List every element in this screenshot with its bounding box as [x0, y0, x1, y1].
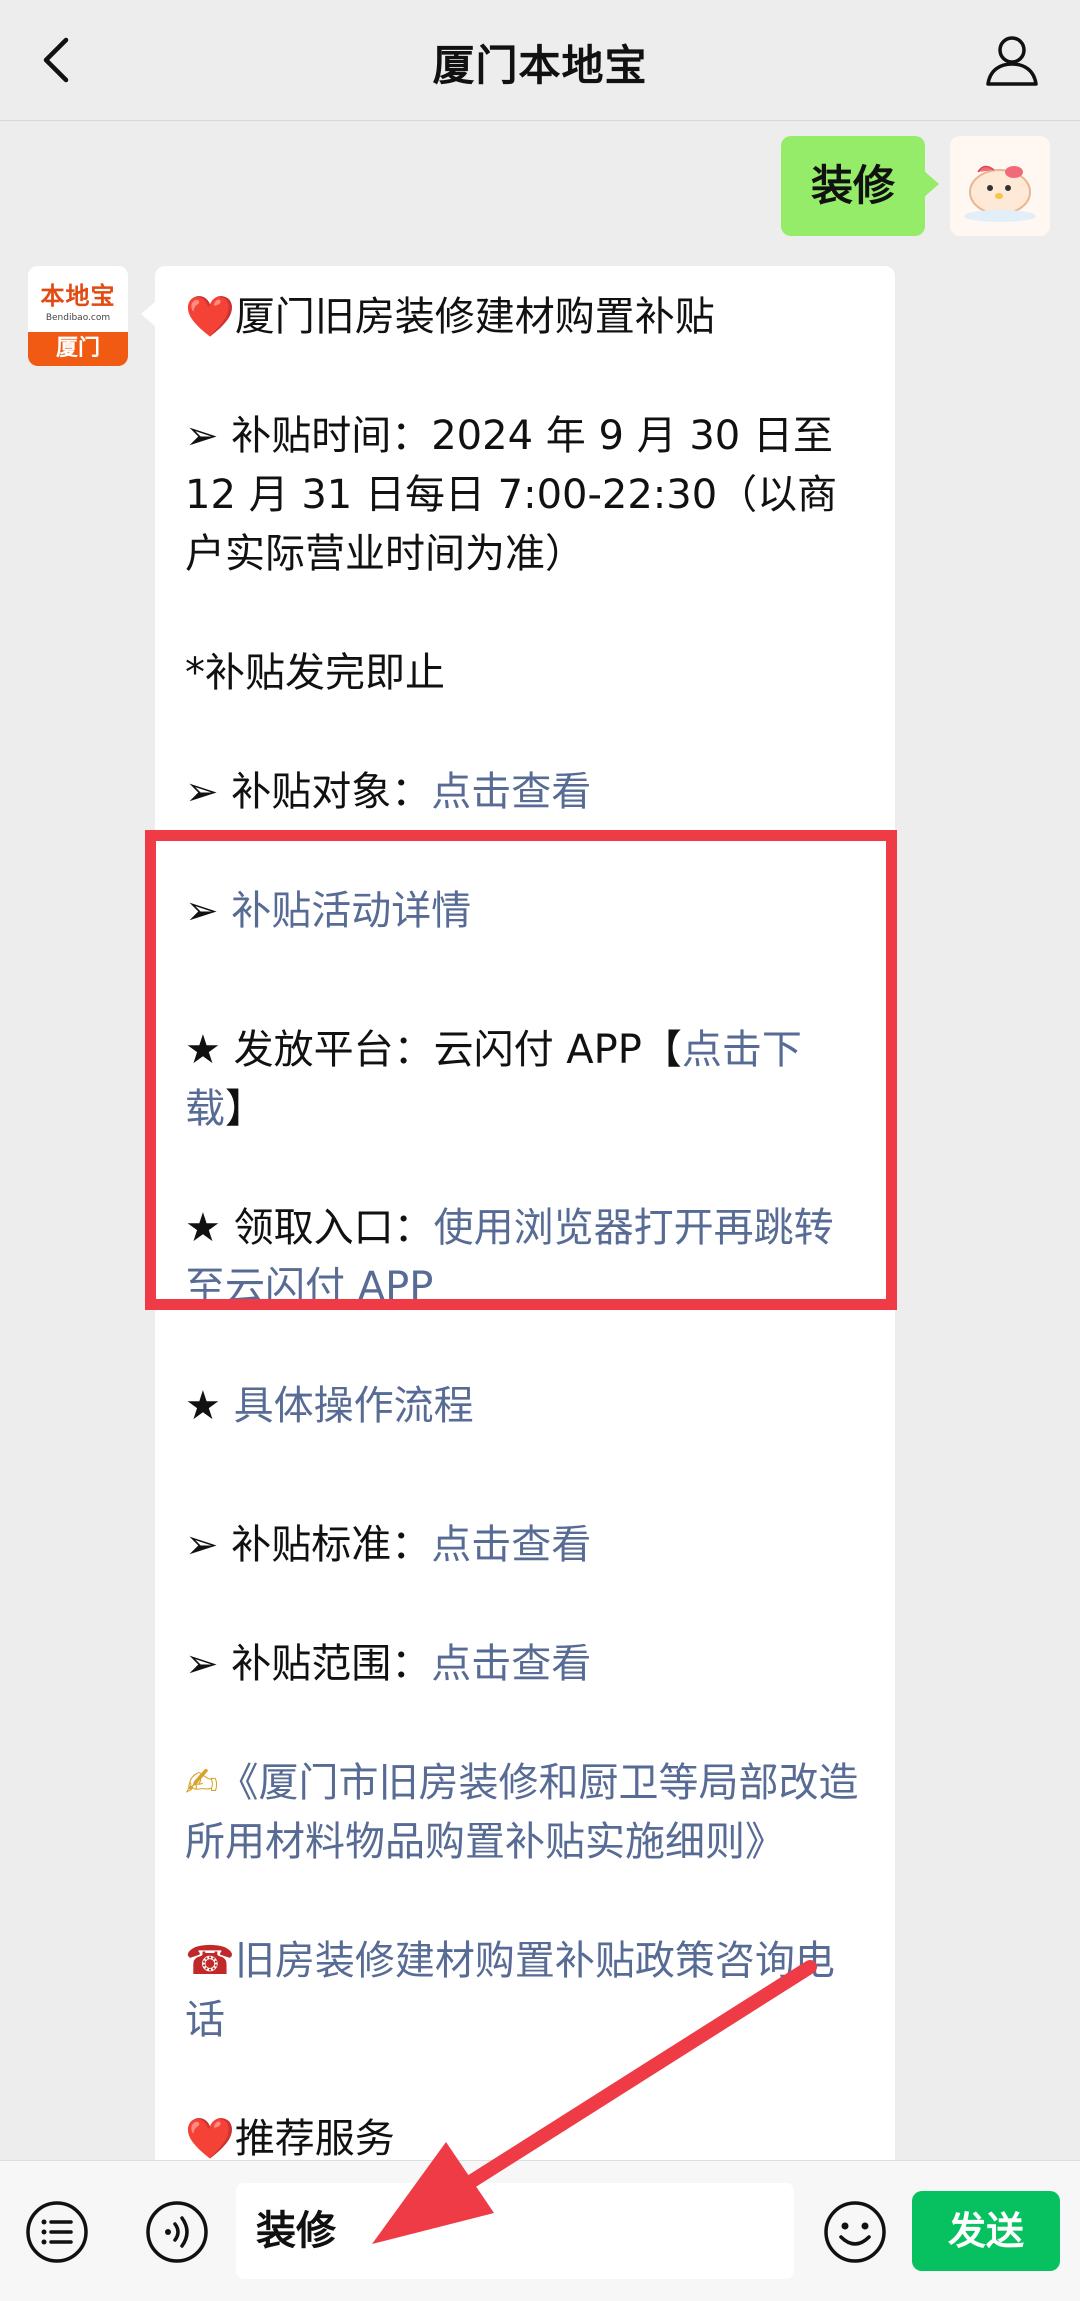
bendibao-site: Bendibao.com	[45, 313, 111, 323]
msg-note: *补贴发完即止	[185, 650, 445, 696]
arrow-bullet: ➢	[185, 888, 232, 934]
bracket-close: 】	[225, 1086, 265, 1132]
cartoon-avatar-icon	[964, 165, 1036, 222]
voice-icon[interactable]	[144, 2199, 210, 2265]
heart-icon: ❤️	[185, 294, 235, 340]
emoji-icon[interactable]	[822, 2199, 888, 2265]
chat-title: 厦门本地宝	[432, 41, 648, 90]
outgoing-message-text: 装修	[810, 161, 895, 210]
outgoing-message[interactable]: 装修	[780, 136, 940, 236]
target-link[interactable]: 点击查看	[431, 769, 591, 815]
standard-link[interactable]: 点击查看	[431, 1522, 591, 1568]
msg-entry-line: ★ 领取入口：使用浏览器打开再跳转至云闪付 APP	[185, 1199, 867, 1317]
phone-link[interactable]: 旧房装修建材购置补贴政策咨询电话	[185, 1938, 835, 2043]
menu-list-icon[interactable]	[24, 2199, 90, 2265]
msg-scope-line: ➢ 补贴范围：点击查看	[185, 1635, 867, 1694]
detail-link[interactable]: 补贴活动详情	[231, 888, 471, 934]
chat-area[interactable]: 装修 本地宝 Bendibao.com 厦门 ❤️厦门旧房装修建材购置补贴 ➢ …	[0, 120, 1080, 2160]
heart-icon: ❤️	[185, 2116, 235, 2160]
send-button[interactable]: 发送	[912, 2191, 1060, 2271]
star-bullet: ★	[185, 1383, 234, 1429]
msg-phone-line: ☎旧房装修建材购置补贴政策咨询电话	[185, 1932, 867, 2050]
msg-entry-label: ★ 领取入口：	[185, 1205, 434, 1251]
message-body: ❤️厦门旧房装修建材购置补贴 ➢ 补贴时间：2024 年 9 月 30 日至 1…	[185, 288, 867, 2160]
recommend-label: 推荐服务	[234, 2116, 395, 2160]
msg-recommend-line: ❤️推荐服务	[185, 2110, 867, 2160]
bendibao-logo: 本地宝	[40, 281, 116, 310]
msg-title-line: ❤️厦门旧房装修建材购置补贴	[185, 288, 867, 347]
bot-avatar[interactable]: 本地宝 Bendibao.com 厦门	[28, 266, 128, 366]
process-link[interactable]: 具体操作流程	[234, 1383, 474, 1429]
msg-platform-line: ★ 发放平台：云闪付 APP【点击下载】	[185, 1021, 867, 1139]
msg-standard-line: ➢ 补贴标准：点击查看	[185, 1516, 867, 1575]
message-input-value: 装修	[256, 2208, 336, 2254]
msg-scope-label: ➢ 补贴范围：	[185, 1641, 432, 1687]
msg-standard-label: ➢ 补贴标准：	[185, 1522, 432, 1568]
msg-time-line: ➢ 补贴时间：2024 年 9 月 30 日至 12 月 31 日每日 7:00…	[185, 407, 867, 584]
msg-platform-label: ★ 发放平台：云闪付 APP【	[185, 1027, 682, 1073]
scope-link[interactable]: 点击查看	[431, 1641, 591, 1687]
bot-avatar-city: 厦门	[28, 332, 128, 366]
nav-header: 厦门本地宝	[0, 0, 1080, 121]
user-avatar[interactable]	[950, 136, 1050, 236]
msg-target-label: ➢ 补贴对象：	[185, 769, 432, 815]
msg-process-line: ★ 具体操作流程	[185, 1377, 867, 1436]
msg-title: 厦门旧房装修建材购置补贴	[234, 294, 715, 340]
incoming-message: ❤️厦门旧房装修建材购置补贴 ➢ 补贴时间：2024 年 9 月 30 日至 1…	[141, 266, 895, 2160]
msg-target-line: ➢ 补贴对象：点击查看	[185, 763, 867, 822]
telephone-icon: ☎	[185, 1938, 235, 1984]
profile-icon[interactable]	[982, 30, 1042, 90]
writing-hand-icon: ✍	[185, 1760, 219, 1806]
rules-link[interactable]: 《厦门市旧房装修和厨卫等局部改造所用材料物品购置补贴实施细则》	[185, 1760, 859, 1865]
msg-detail-line: ➢ 补贴活动详情	[185, 882, 867, 941]
message-input[interactable]: 装修	[236, 2183, 794, 2279]
input-bar: 装修 发送	[0, 2160, 1080, 2301]
msg-time-label: ➢ 补贴时间：	[185, 413, 432, 459]
msg-rules-line: ✍《厦门市旧房装修和厨卫等局部改造所用材料物品购置补贴实施细则》	[185, 1754, 867, 1872]
